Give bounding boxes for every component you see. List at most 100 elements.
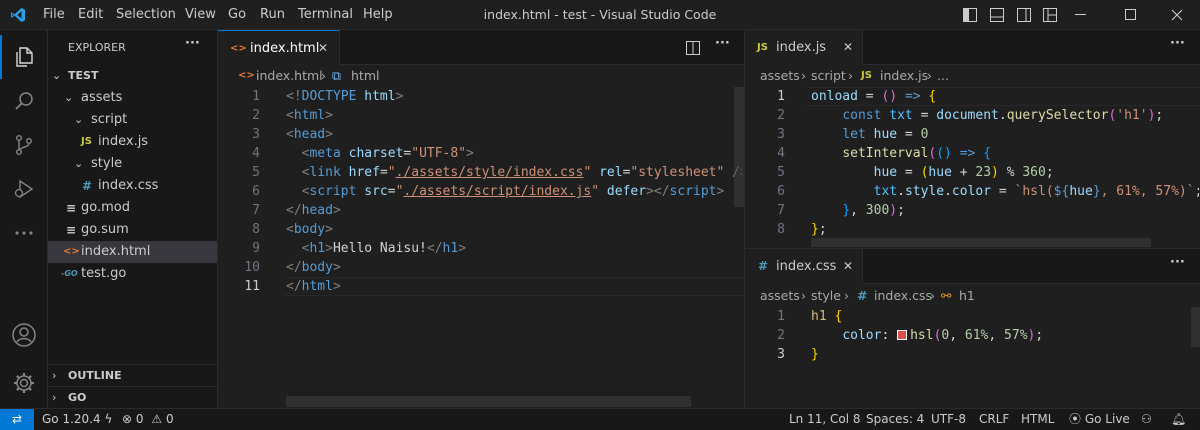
toggle-secondary-sidebar-icon[interactable]: [1017, 8, 1031, 22]
language-mode-item[interactable]: HTML: [1021, 409, 1054, 430]
remote-indicator[interactable]: ⇄: [0, 409, 34, 430]
close-window-icon[interactable]: [1171, 9, 1183, 21]
menu-help[interactable]: Help: [363, 0, 393, 30]
breadcrumb: assets › script › JS index.js › ...: [745, 65, 1200, 87]
tree-folder-script[interactable]: ⌄ script: [48, 109, 217, 131]
html-file-icon: <>: [238, 70, 255, 81]
problems-item[interactable]: ⊗ 0 ⚠ 0: [122, 409, 174, 430]
vscode-logo-icon: [11, 8, 25, 22]
tab-index-js[interactable]: JS index.js ✕: [745, 30, 863, 65]
horizontal-scrollbar[interactable]: [286, 396, 691, 407]
color-swatch[interactable]: [897, 330, 908, 340]
run-debug-button[interactable]: [0, 167, 48, 211]
tree-folder-style[interactable]: ⌄ style: [48, 153, 217, 175]
html-line: <script src="./assets/script/index.js" d…: [286, 184, 725, 199]
split-editor-icon[interactable]: [686, 41, 700, 55]
breadcrumb-separator-icon: ›: [801, 68, 806, 83]
toggle-panel-icon[interactable]: [990, 8, 1004, 22]
html-line: <link href="./assets/style/index.css" re…: [286, 165, 742, 180]
close-tab-icon[interactable]: ✕: [843, 30, 853, 65]
more-button[interactable]: [0, 211, 48, 255]
breadcrumb-file[interactable]: index.html: [256, 65, 323, 87]
source-control-button[interactable]: [0, 123, 48, 167]
html-file-icon: <>: [230, 43, 247, 54]
tree-folder-assets[interactable]: ⌄ assets: [48, 87, 217, 109]
breadcrumb-style[interactable]: style: [811, 285, 841, 307]
tree-file-index-js[interactable]: JS index.js: [48, 131, 217, 153]
js-line: hue = (hue + 23) % 360;: [873, 165, 1054, 180]
source-control-icon: [15, 135, 32, 156]
maximize-icon[interactable]: [1125, 9, 1137, 21]
menu-run[interactable]: Run: [260, 0, 285, 30]
tree-file-index-html[interactable]: <> index.html: [48, 241, 217, 263]
breadcrumb-file[interactable]: index.js: [880, 65, 928, 87]
html-file-icon: <>: [63, 246, 80, 257]
tab-index-html[interactable]: <> index.html ✕: [218, 30, 340, 65]
explorer-more-button[interactable]: ···: [185, 36, 200, 51]
editor-group-css: # index.css ✕ ··· assets › style › # ind…: [744, 248, 1200, 408]
breadcrumb-assets[interactable]: assets: [760, 65, 800, 87]
accounts-status-icon[interactable]: ⚇: [1141, 409, 1152, 430]
outline-section[interactable]: › OUTLINE: [48, 364, 217, 386]
encoding-item[interactable]: UTF-8: [931, 409, 966, 430]
eol-item[interactable]: CRLF: [979, 409, 1009, 430]
manage-button[interactable]: [0, 361, 48, 405]
menu-file[interactable]: File: [43, 0, 65, 30]
breadcrumb-file[interactable]: index.css: [874, 285, 932, 307]
breadcrumb-separator-icon: ›: [927, 68, 932, 83]
css-line: color: hsl(0, 61%, 57%);: [842, 328, 1044, 343]
tab-bar: # index.css ✕ ···: [745, 249, 1200, 284]
vertical-scrollbar[interactable]: [734, 87, 744, 207]
tree-file-index-css[interactable]: # index.css: [48, 175, 217, 197]
breadcrumb-separator-icon: ›: [930, 288, 935, 303]
breadcrumb-more[interactable]: ...: [937, 65, 949, 87]
tab-index-css[interactable]: # index.css ✕: [745, 249, 863, 284]
close-tab-icon[interactable]: ✕: [843, 249, 853, 284]
menu-go[interactable]: Go: [228, 0, 246, 30]
html-line: <h1>Hello Naisu!</h1>: [286, 241, 467, 256]
line-numbers: 1 2 3: [777, 309, 785, 362]
editor-more-actions-icon[interactable]: ···: [1170, 36, 1185, 51]
title-bar: File Edit Selection View Go Run Terminal…: [0, 0, 1200, 30]
vertical-scrollbar[interactable]: [1191, 307, 1200, 347]
js-file-icon: JS: [81, 136, 92, 147]
code-editor-html[interactable]: <!DOCTYPE html> <html> <head> <meta charse…: [286, 87, 742, 297]
menu-view[interactable]: View: [185, 0, 216, 30]
notifications-bell-icon[interactable]: 🔔︎: [1171, 409, 1186, 430]
js-line: }, 300);: [842, 203, 905, 218]
toggle-primary-sidebar-icon[interactable]: [963, 8, 977, 22]
run-debug-icon: [14, 179, 34, 199]
breadcrumb-separator-icon: ›: [844, 288, 849, 303]
search-button[interactable]: [0, 79, 48, 123]
code-editor-js[interactable]: onload = () => { const txt = document.qu…: [811, 87, 1199, 239]
close-tab-icon[interactable]: ✕: [318, 31, 328, 66]
editor-more-actions-icon[interactable]: ···: [1170, 255, 1185, 270]
indentation-item[interactable]: Spaces: 4: [866, 409, 924, 430]
minimize-icon[interactable]: [1075, 14, 1087, 16]
breadcrumb-assets[interactable]: assets: [760, 285, 800, 307]
breadcrumb-separator-icon: ›: [848, 68, 853, 83]
breadcrumb-selector[interactable]: h1: [959, 285, 975, 307]
cursor-position-item[interactable]: Ln 11, Col 8: [789, 409, 861, 430]
breadcrumb-script[interactable]: script: [811, 65, 846, 87]
go-section[interactable]: › GO: [48, 386, 217, 408]
tree-file-go-mod[interactable]: ≡ go.mod: [48, 197, 217, 219]
tree-file-go-sum[interactable]: ≡ go.sum: [48, 219, 217, 241]
explorer-button[interactable]: [0, 35, 48, 79]
menu-selection[interactable]: Selection: [116, 0, 176, 30]
broadcast-icon: ⦿: [1069, 412, 1082, 426]
menu-edit[interactable]: Edit: [78, 0, 103, 30]
accounts-button[interactable]: [0, 313, 48, 357]
horizontal-scrollbar[interactable]: [811, 238, 1151, 247]
code-editor-css[interactable]: h1 { color: hsl(0, 61%, 57%);}: [811, 307, 1191, 367]
tab-bar: <> index.html ✕ ···: [218, 30, 744, 65]
breadcrumb-element[interactable]: html: [351, 65, 379, 87]
go-version-item[interactable]: Go 1.20.4 ϟ: [42, 409, 112, 430]
menu-terminal[interactable]: Terminal: [298, 0, 353, 30]
editor-more-actions-icon[interactable]: ···: [715, 36, 730, 51]
css-line: }: [811, 347, 819, 362]
tree-file-test-go[interactable]: -GO test.go: [48, 263, 217, 285]
customize-layout-icon[interactable]: [1043, 8, 1057, 22]
go-live-item[interactable]: ⦿ Go Live: [1069, 409, 1130, 430]
tree-root-test[interactable]: ⌄ TEST: [48, 65, 217, 87]
